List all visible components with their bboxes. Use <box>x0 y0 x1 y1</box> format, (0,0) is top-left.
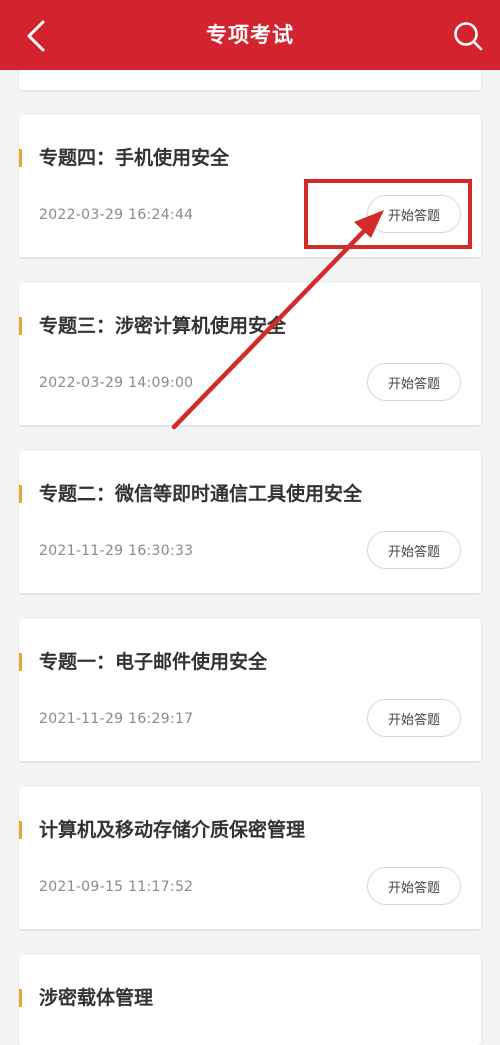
accent-bar <box>19 989 22 1007</box>
exam-title: 专题一：电子邮件使用安全 <box>39 651 268 673</box>
exam-card[interactable]: 专题二：微信等即时通信工具使用安全 2021-11-29 16:30:33 开始… <box>19 451 481 593</box>
highlight-box-annotation <box>304 179 472 249</box>
exam-date: 2021-11-29 16:30:33 <box>39 543 194 559</box>
exam-card[interactable]: 专题一：电子邮件使用安全 2021-11-29 16:29:17 开始答题 <box>19 619 481 761</box>
start-exam-button[interactable]: 开始答题 <box>367 531 461 569</box>
exam-title: 涉密载体管理 <box>39 987 154 1009</box>
exam-card[interactable]: 计算机及移动存储介质保密管理 2021-09-15 11:17:52 开始答题 <box>19 787 481 929</box>
exam-card[interactable]: 专题三：涉密计算机使用安全 2022-03-29 14:09:00 开始答题 <box>19 283 481 425</box>
accent-bar <box>19 317 22 335</box>
exam-title: 专题四：手机使用安全 <box>39 147 230 169</box>
start-exam-button[interactable]: 开始答题 <box>367 699 461 737</box>
exam-date: 2022-03-29 14:09:00 <box>39 375 194 391</box>
accent-bar <box>19 485 22 503</box>
accent-bar <box>19 821 22 839</box>
search-button[interactable] <box>446 14 490 58</box>
accent-bar <box>19 653 22 671</box>
exam-date: 2021-11-29 16:29:17 <box>39 711 194 727</box>
app-header: 专项考试 <box>0 0 500 70</box>
exam-title: 计算机及移动存储介质保密管理 <box>39 819 306 841</box>
start-exam-button[interactable]: 开始答题 <box>367 867 461 905</box>
exam-card[interactable]: 涉密载体管理 <box>19 955 481 1045</box>
exam-title: 专题二：微信等即时通信工具使用安全 <box>39 483 363 505</box>
search-icon <box>454 22 483 51</box>
exam-date: 2021-09-15 11:17:52 <box>39 879 194 895</box>
exam-date: 2022-03-29 16:24:44 <box>39 207 194 223</box>
exam-title: 专题三：涉密计算机使用安全 <box>39 315 287 337</box>
start-exam-button[interactable]: 开始答题 <box>367 363 461 401</box>
accent-bar <box>19 149 22 167</box>
page-title: 专项考试 <box>206 23 294 47</box>
